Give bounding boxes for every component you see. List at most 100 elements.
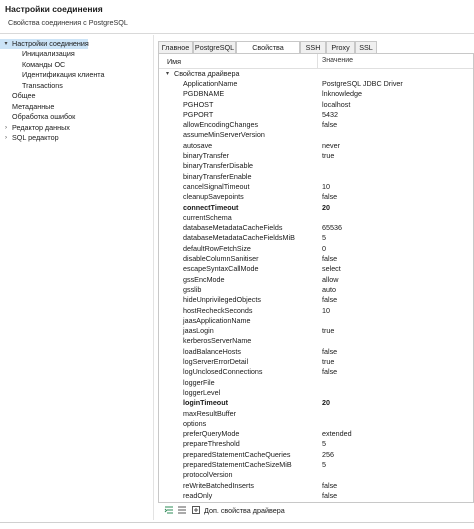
table-row[interactable]: PGHOST localhost (159, 100, 473, 110)
table-row[interactable]: binaryTransferDisable (159, 161, 473, 171)
property-value[interactable]: 10 (322, 182, 330, 192)
sidebar-item[interactable]: Идентификация клиента (0, 70, 150, 80)
table-row[interactable]: ApplicationName PostgreSQL JDBC Driver (159, 79, 473, 89)
tab[interactable]: PostgreSQL (193, 41, 236, 53)
sidebar-item[interactable]: Общее (0, 91, 150, 101)
table-row[interactable]: hideUnprivilegedObjects false (159, 295, 473, 305)
property-value[interactable]: false (322, 491, 337, 501)
chevron-right-icon[interactable]: › (3, 123, 9, 133)
chevron-down-icon[interactable]: ▾ (3, 39, 9, 49)
sidebar-item[interactable]: ▾ Настройки соединения (0, 39, 89, 49)
table-row[interactable]: logUnclosedConnections false (159, 367, 473, 377)
collapse-all-icon[interactable] (177, 505, 187, 515)
sidebar-item[interactable]: Метаданные (0, 102, 150, 112)
property-value[interactable]: never (322, 141, 340, 151)
column-header-name[interactable]: Имя (167, 57, 181, 66)
table-row[interactable]: maxResultBuffer (159, 409, 473, 419)
tab[interactable]: SSL (355, 41, 377, 53)
add-driver-property-link[interactable]: Доп. свойства драйвера (204, 506, 285, 515)
table-row[interactable]: preparedStatementCacheSizeMiB 5 (159, 460, 473, 470)
table-row[interactable]: binaryTransfer true (159, 151, 473, 161)
expand-all-icon[interactable] (164, 505, 174, 515)
sidebar-item[interactable]: Инициализация (0, 49, 150, 59)
property-value[interactable]: 5 (322, 233, 326, 243)
property-value[interactable]: lnknowledge (322, 89, 362, 99)
property-value[interactable]: false (322, 481, 337, 491)
column-header-value[interactable]: Значение (322, 57, 353, 64)
table-row[interactable]: jaasApplicationName (159, 316, 473, 326)
tab[interactable]: Proxy (326, 41, 355, 53)
table-row[interactable]: loggerLevel (159, 388, 473, 398)
table-row[interactable]: assumeMinServerVersion (159, 130, 473, 140)
property-value[interactable]: allow (322, 275, 338, 285)
property-value[interactable]: false (322, 120, 337, 130)
table-row[interactable]: escapeSyntaxCallMode select (159, 264, 473, 274)
property-value[interactable]: 256 (322, 450, 334, 460)
sidebar-item[interactable]: Transactions (0, 81, 150, 91)
table-row[interactable]: gssEncMode allow (159, 275, 473, 285)
property-value[interactable]: auto (322, 285, 336, 295)
table-row[interactable]: protocolVersion (159, 470, 473, 480)
table-row[interactable]: reWriteBatchedInserts false (159, 481, 473, 491)
bottom-divider (0, 522, 474, 523)
table-row[interactable]: cancelSignalTimeout 10 (159, 182, 473, 192)
property-value[interactable]: false (322, 192, 337, 202)
tab[interactable]: SSH (300, 41, 326, 53)
property-value[interactable]: true (322, 326, 334, 336)
table-row[interactable]: logServerErrorDetail true (159, 357, 473, 367)
table-row[interactable]: connectTimeout 20 (159, 203, 473, 213)
property-value[interactable]: false (322, 254, 337, 264)
table-row[interactable]: PGPORT 5432 (159, 110, 473, 120)
property-value[interactable]: false (322, 347, 337, 357)
chevron-right-icon[interactable]: › (3, 133, 9, 143)
table-row[interactable]: allowEncodingChanges false (159, 120, 473, 130)
table-row[interactable]: loadBalanceHosts false (159, 347, 473, 357)
sidebar-item[interactable]: Команды ОС (0, 60, 150, 70)
table-row[interactable]: currentSchema (159, 213, 473, 223)
pane-splitter[interactable] (153, 35, 154, 520)
property-value[interactable]: false (322, 295, 337, 305)
property-value[interactable]: 20 (322, 398, 330, 408)
table-row[interactable]: databaseMetadataCacheFieldsMiB 5 (159, 233, 473, 243)
property-value[interactable]: localhost (322, 100, 350, 110)
sidebar-item[interactable]: Обработка ошибок (0, 112, 150, 122)
table-row[interactable]: databaseMetadataCacheFields 65536 (159, 223, 473, 233)
property-value[interactable]: 65536 (322, 223, 342, 233)
group-row-driver-properties[interactable]: ▾ Свойства драйвера (159, 69, 473, 79)
sidebar-item[interactable]: › Редактор данных (0, 123, 150, 133)
add-property-icon[interactable] (191, 505, 201, 515)
sidebar-item[interactable]: › SQL редактор (0, 133, 150, 143)
table-row[interactable]: jaasLogin true (159, 326, 473, 336)
table-row[interactable]: autosave never (159, 141, 473, 151)
table-row[interactable]: preparedStatementCacheQueries 256 (159, 450, 473, 460)
property-value[interactable]: false (322, 367, 337, 377)
property-value[interactable]: 5 (322, 439, 326, 449)
tab[interactable]: Главное (158, 41, 193, 53)
property-value[interactable]: true (322, 357, 334, 367)
property-value[interactable]: PostgreSQL JDBC Driver (322, 79, 403, 89)
column-divider[interactable] (317, 54, 318, 69)
property-value[interactable]: 20 (322, 203, 330, 213)
table-row[interactable]: loggerFile (159, 378, 473, 388)
property-value[interactable]: 10 (322, 306, 330, 316)
table-row[interactable]: loginTimeout 20 (159, 398, 473, 408)
table-row[interactable]: gsslib auto (159, 285, 473, 295)
property-value[interactable]: true (322, 151, 334, 161)
table-row[interactable]: options (159, 419, 473, 429)
table-row[interactable]: binaryTransferEnable (159, 172, 473, 182)
table-row[interactable]: preferQueryMode extended (159, 429, 473, 439)
property-value[interactable]: 0 (322, 244, 326, 254)
table-row[interactable]: disableColumnSanitiser false (159, 254, 473, 264)
table-row[interactable]: prepareThreshold 5 (159, 439, 473, 449)
table-row[interactable]: cleanupSavepoints false (159, 192, 473, 202)
table-row[interactable]: readOnly false (159, 491, 473, 501)
property-value[interactable]: extended (322, 429, 352, 439)
property-value[interactable]: 5432 (322, 110, 338, 120)
table-row[interactable]: defaultRowFetchSize 0 (159, 244, 473, 254)
table-row[interactable]: hostRecheckSeconds 10 (159, 306, 473, 316)
table-row[interactable]: PGDBNAME lnknowledge (159, 89, 473, 99)
chevron-down-icon[interactable]: ▾ (166, 69, 169, 79)
table-row[interactable]: kerberosServerName (159, 336, 473, 346)
property-value[interactable]: select (322, 264, 341, 274)
property-value[interactable]: 5 (322, 460, 326, 470)
